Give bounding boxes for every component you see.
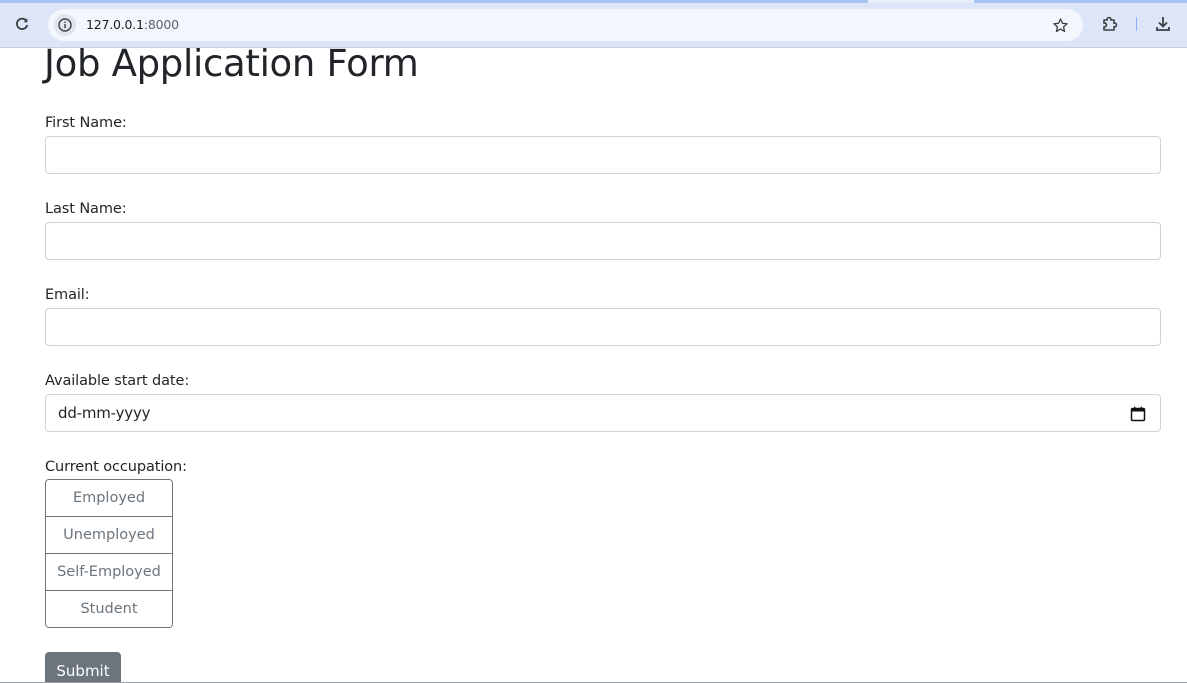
occupation-label: Current occupation: [45, 459, 187, 475]
start-date-placeholder: dd-mm-yyyy [58, 404, 151, 422]
url-port: :8000 [143, 17, 179, 32]
first-name-label: First Name: [45, 115, 127, 131]
last-name-input[interactable] [45, 222, 1161, 260]
occupation-button-group: Employed Unemployed Self-Employed Studen… [45, 479, 173, 628]
address-bar[interactable]: 127.0.0.1:8000 [48, 9, 1083, 41]
browser-toolbar: 127.0.0.1:8000 [0, 0, 1187, 48]
url-text: 127.0.0.1:8000 [86, 17, 179, 32]
last-name-label: Last Name: [45, 201, 127, 217]
page-title: Job Application Form [44, 48, 419, 85]
download-icon[interactable] [1152, 13, 1174, 35]
start-date-label: Available start date: [45, 373, 190, 389]
submit-button[interactable]: Submit [45, 652, 121, 683]
first-name-input[interactable] [45, 136, 1161, 174]
active-tab-edge [868, 0, 974, 3]
tab-strip-edge [0, 0, 1187, 3]
page-content: Job Application Form First Name: Last Na… [0, 48, 1187, 683]
occupation-option-unemployed[interactable]: Unemployed [46, 516, 172, 553]
extensions-icon[interactable] [1099, 13, 1121, 35]
start-date-input[interactable]: dd-mm-yyyy [45, 394, 1161, 432]
email-label: Email: [45, 287, 90, 303]
calendar-icon[interactable] [1130, 406, 1146, 422]
occupation-option-student[interactable]: Student [46, 590, 172, 627]
occupation-option-employed[interactable]: Employed [46, 480, 172, 516]
bookmark-star-icon[interactable] [1049, 14, 1071, 36]
email-input[interactable] [45, 308, 1161, 346]
reload-icon[interactable] [11, 13, 33, 35]
url-host: 127.0.0.1 [86, 17, 144, 32]
site-info-icon[interactable] [54, 14, 76, 36]
occupation-option-self-employed[interactable]: Self-Employed [46, 553, 172, 590]
toolbar-separator [1136, 17, 1137, 31]
